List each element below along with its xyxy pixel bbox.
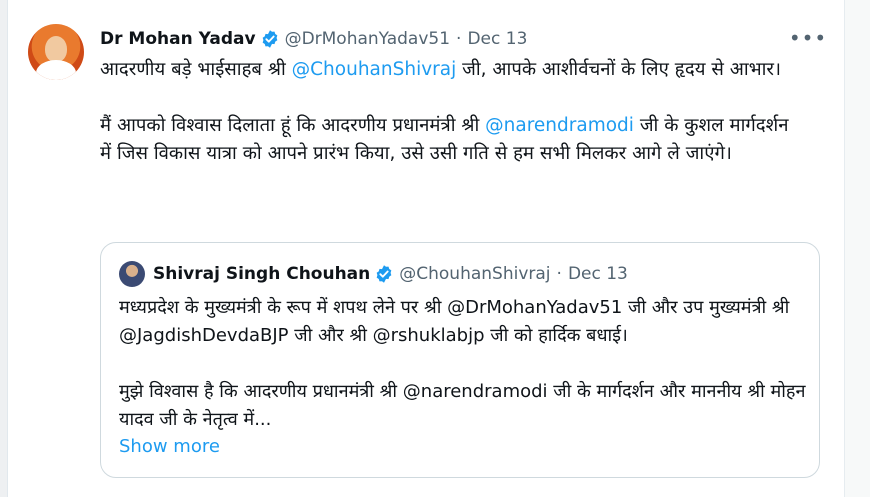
quoted-separator-dot: · (556, 264, 562, 284)
right-scroll-gutter[interactable] (844, 0, 870, 497)
separator-dot: · (456, 29, 462, 49)
quoted-tweet-header: Shivraj Singh Chouhan @ChouhanShivraj · … (153, 261, 628, 287)
author-avatar[interactable] (28, 24, 84, 80)
show-more-link[interactable]: Show more (119, 436, 220, 457)
avatar-shirt (36, 60, 76, 80)
left-frame-edge (0, 0, 8, 497)
quoted-tweet-text: मध्यप्रदेश के मुख्यमंत्री के रूप में शपथ… (119, 297, 806, 430)
author-handle[interactable]: @DrMohanYadav51 (285, 29, 450, 49)
more-options-icon[interactable]: ••• (789, 26, 826, 50)
tweet-text: आदरणीय बड़े भाईसाहब श्री @ChouhanShivraj… (100, 56, 800, 168)
quoted-author-name: Shivraj Singh Chouhan (153, 264, 371, 284)
mention-chouhanshivraj[interactable]: @ChouhanShivraj (292, 59, 457, 80)
tweet-date[interactable]: Dec 13 (467, 29, 527, 49)
tweet-text-part1: आदरणीय बड़े भाईसाहब श्री (100, 59, 292, 80)
mention-narendramodi[interactable]: @narendramodi (485, 115, 634, 136)
quoted-tweet-card[interactable]: Shivraj Singh Chouhan @ChouhanShivraj · … (100, 242, 820, 478)
author-name[interactable]: Dr Mohan Yadav (100, 29, 256, 49)
verified-badge-icon (262, 30, 277, 48)
quoted-author-handle: @ChouhanShivraj (399, 264, 551, 284)
quoted-tweet-date: Dec 13 (567, 264, 628, 284)
tweet-header: Dr Mohan Yadav @DrMohanYadav51 · Dec 13 (100, 27, 527, 51)
avatar-face (45, 36, 67, 62)
quoted-author-avatar (119, 261, 145, 287)
verified-badge-icon (376, 265, 392, 283)
